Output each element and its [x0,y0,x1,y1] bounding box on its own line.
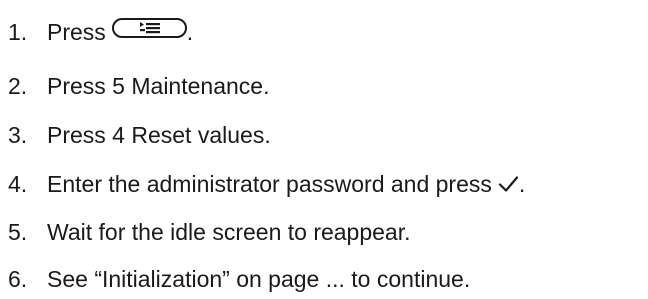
step-4: 4. Enter the administrator password and … [0,164,525,204]
step-1: 1. Press . [0,12,193,52]
step-2: 2. Press 5 Maintenance. [0,66,269,106]
step-number: 4. [8,170,28,197]
step-number: 1. [8,18,28,45]
step-text-before: Enter the administrator password and pre… [47,170,492,197]
step-number: 2. [8,72,28,99]
checkmark-icon [498,175,519,193]
step-3: 3. Press 4 Reset values. [0,115,271,155]
step-number: 5. [8,218,28,245]
step-text: Wait for the idle screen to reappear. [47,218,411,245]
menu-key-icon [111,18,187,38]
step-text: Press 5 Maintenance. [47,72,270,99]
step-text-before: Press [47,18,106,45]
step-text-after: . [518,170,526,197]
step-number: 6. [8,265,28,292]
step-text: See “Initialization” on page ... to cont… [47,265,471,292]
step-5: 5. Wait for the idle screen to reappear. [0,212,411,252]
step-text: Press . [47,18,194,46]
step-text: Enter the administrator password and pre… [47,171,525,198]
step-6: 6. See “Initialization” on page ... to c… [0,259,470,299]
step-text-after: . [186,18,194,45]
step-number: 3. [8,121,28,148]
step-text: Press 4 Reset values. [47,121,271,148]
